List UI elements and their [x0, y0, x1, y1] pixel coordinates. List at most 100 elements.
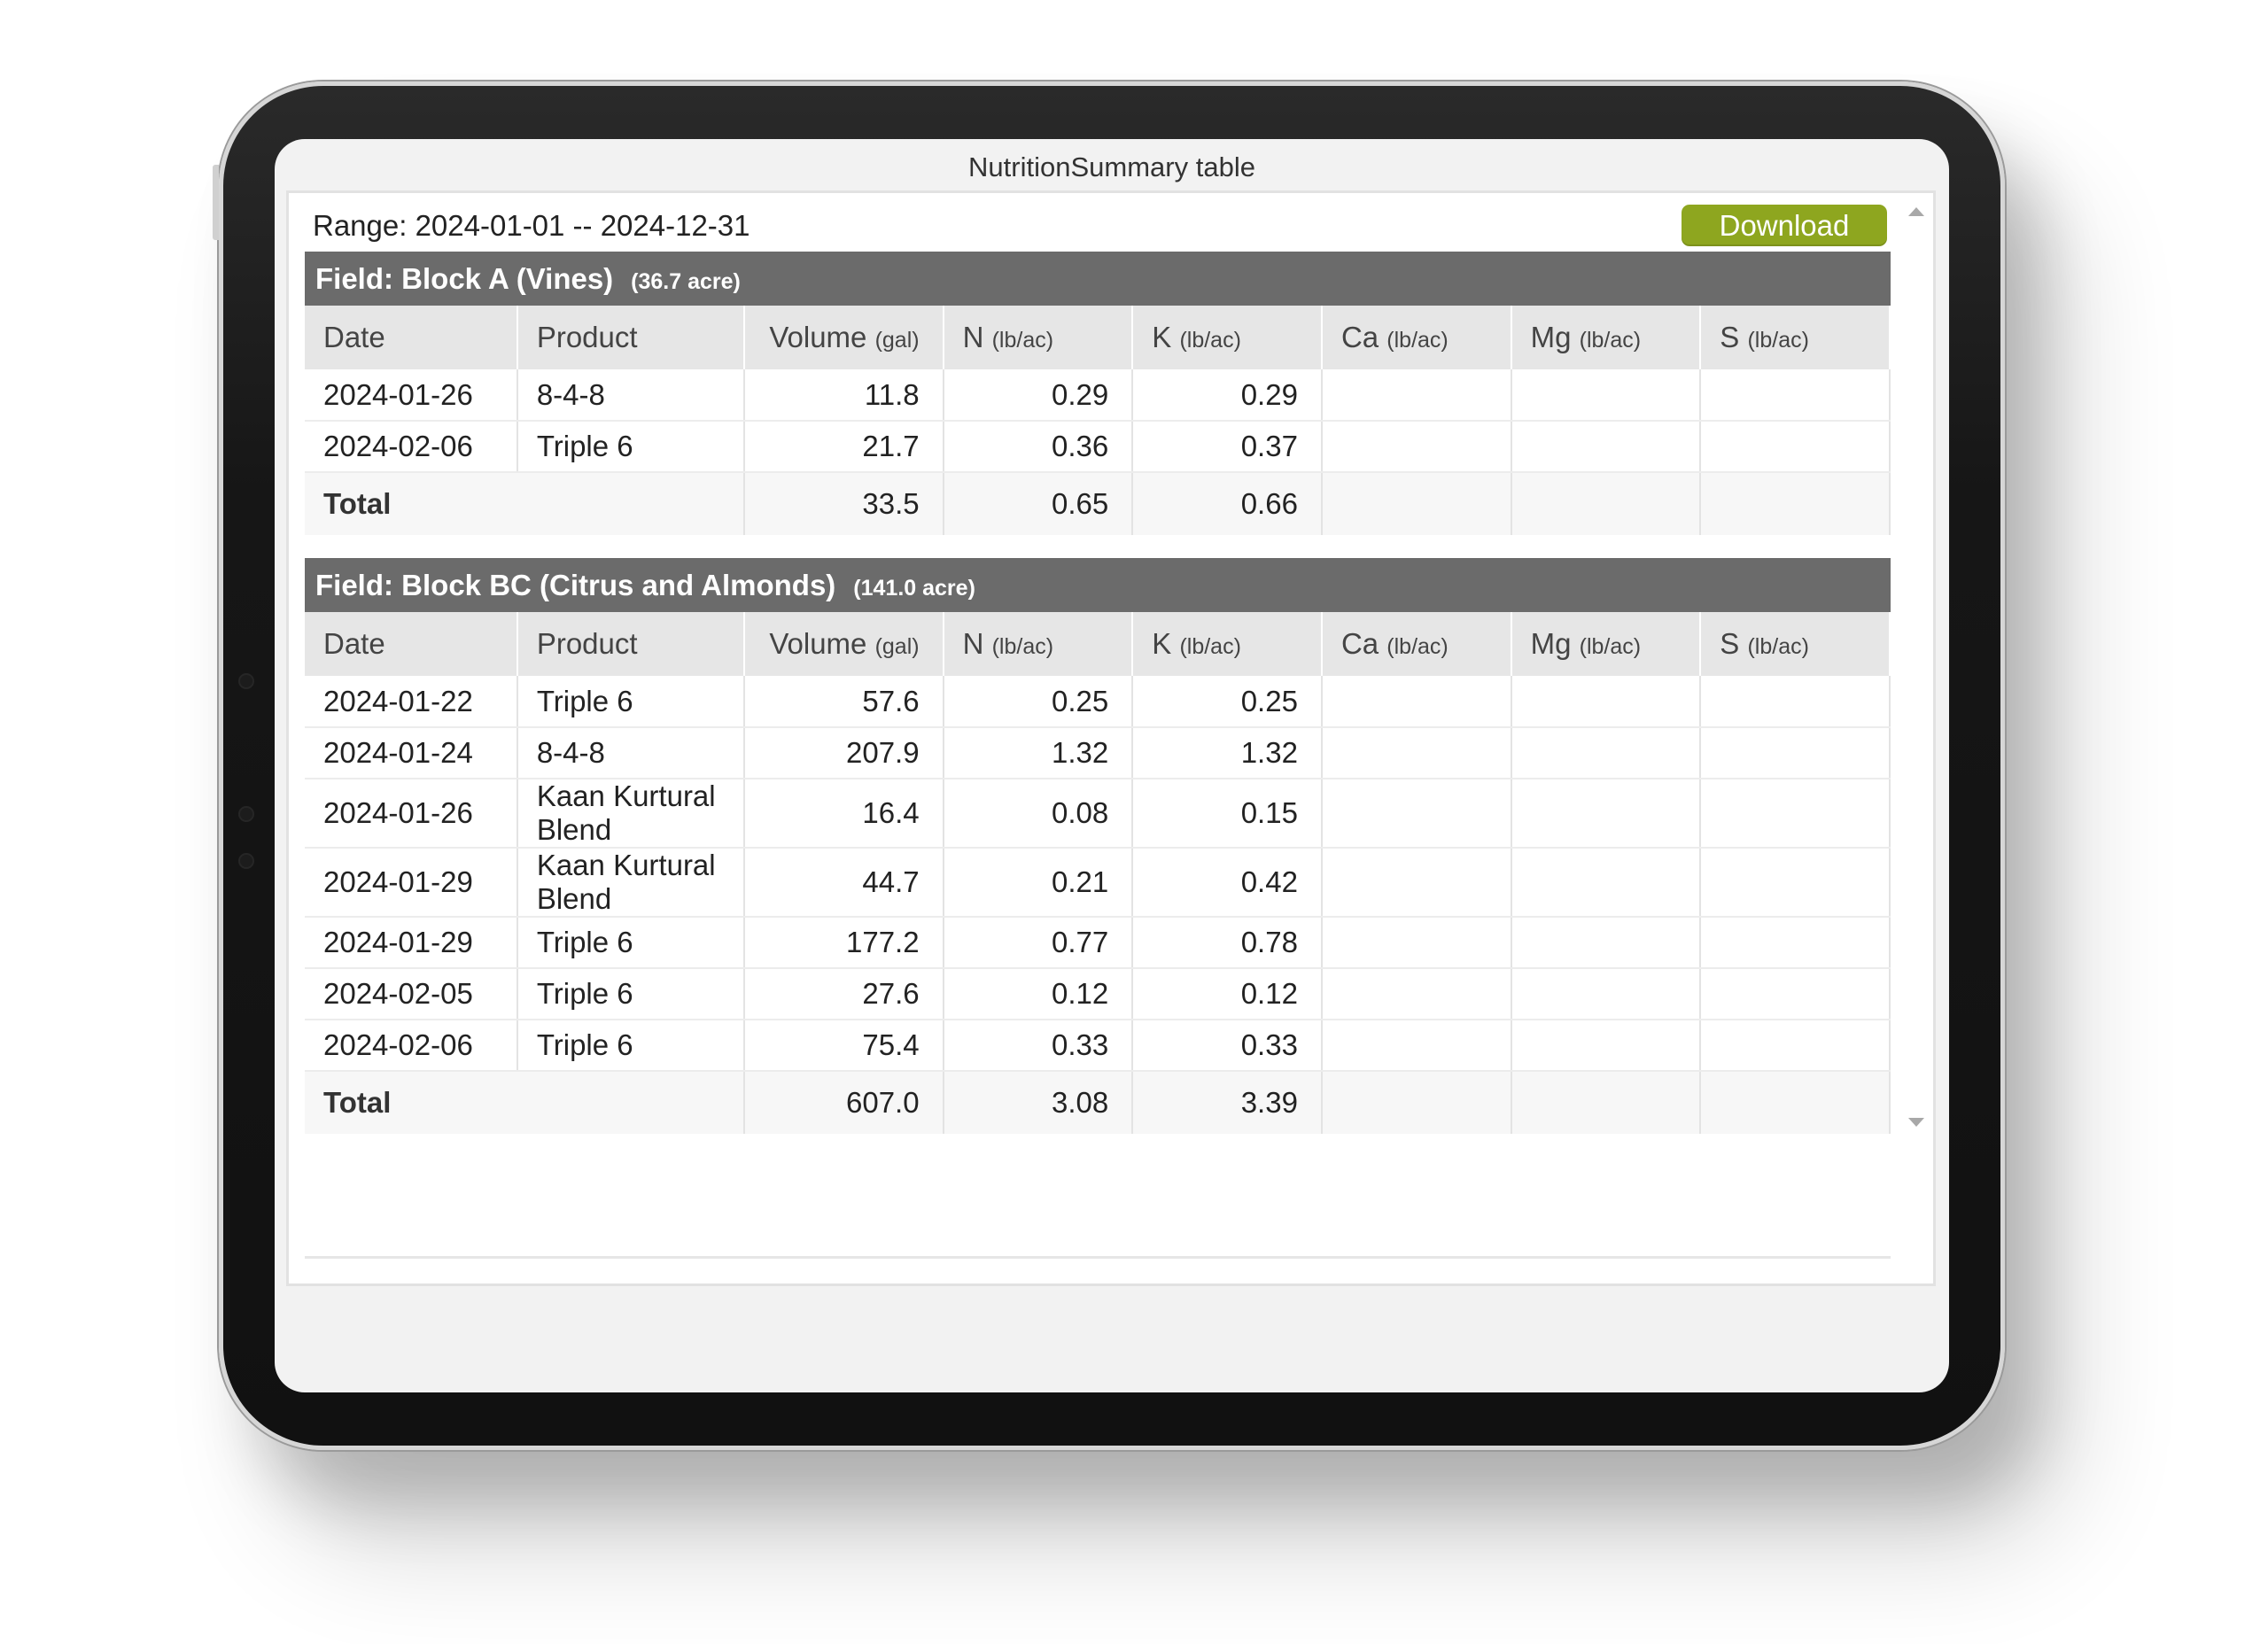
cell-date: 2024-01-29 — [305, 848, 518, 918]
cell-volume: 21.7 — [744, 421, 944, 473]
cell-s — [1700, 968, 1891, 1020]
table-row: 2024-02-05 Triple 6 27.6 0.12 0.12 — [305, 968, 1891, 1020]
total-s — [1700, 472, 1891, 535]
cell-mg — [1511, 369, 1702, 422]
cell-date: 2024-02-06 — [305, 421, 518, 473]
cell-n: 0.25 — [943, 676, 1134, 728]
total-ca — [1321, 472, 1512, 535]
field-header: Field: Block A (Vines) (36.7 acre) — [305, 252, 1891, 306]
field-header: Field: Block BC (Citrus and Almonds) (141… — [305, 558, 1891, 612]
total-k: 0.66 — [1132, 472, 1323, 535]
cell-n: 0.77 — [943, 917, 1134, 969]
cell-n: 0.21 — [943, 848, 1134, 918]
cell-k: 0.15 — [1132, 779, 1323, 849]
cell-volume: 75.4 — [744, 1020, 944, 1072]
cell-volume: 11.8 — [744, 369, 944, 422]
cell-mg — [1511, 421, 1702, 473]
cell-s — [1700, 848, 1891, 918]
column-header-volume: Volume (gal) — [744, 612, 944, 676]
total-n: 3.08 — [943, 1071, 1134, 1134]
table-row: 2024-01-29 Kaan Kurtural Blend 44.7 0.21 0.4… — [305, 848, 1891, 918]
column-header-n: N (lb/ac) — [943, 306, 1134, 369]
cell-volume: 44.7 — [744, 848, 944, 918]
column-header-k: K (lb/ac) — [1132, 612, 1323, 676]
column-header-mg: Mg (lb/ac) — [1511, 306, 1702, 369]
vertical-scrollbar[interactable] — [1896, 198, 1933, 1261]
cell-mg — [1511, 727, 1702, 779]
tablet-screen: NutritionSummary table Range: 2024-01-01… — [275, 139, 1949, 1392]
triangle-down-icon[interactable] — [1908, 1118, 1924, 1127]
cell-product: Triple 6 — [517, 421, 746, 473]
column-header-ca: Ca (lb/ac) — [1321, 612, 1512, 676]
cell-product: Triple 6 — [517, 676, 746, 728]
cell-s — [1700, 676, 1891, 728]
download-button[interactable]: Download — [1682, 205, 1887, 246]
column-header-product: Product — [517, 612, 746, 676]
cell-ca — [1321, 848, 1512, 918]
cell-volume: 57.6 — [744, 676, 944, 728]
column-header-row: Date Product Volume (gal) N (lb/ac) K (l… — [305, 612, 1891, 676]
cell-volume: 16.4 — [744, 779, 944, 849]
cell-ca — [1321, 369, 1512, 422]
cell-n: 0.12 — [943, 968, 1134, 1020]
column-header-volume: Volume (gal) — [744, 306, 944, 369]
cell-k: 0.37 — [1132, 421, 1323, 473]
range-label: Range: 2024-01-01 -- 2024-12-31 — [313, 209, 750, 242]
cell-k: 1.32 — [1132, 727, 1323, 779]
total-row: Total 607.0 3.08 3.39 — [305, 1071, 1891, 1134]
cell-date: 2024-01-24 — [305, 727, 518, 779]
cell-date: 2024-01-26 — [305, 779, 518, 849]
cell-s — [1700, 369, 1891, 422]
cell-k: 0.25 — [1132, 676, 1323, 728]
camera-sensor — [238, 853, 254, 869]
column-header-k: K (lb/ac) — [1132, 306, 1323, 369]
cell-volume: 207.9 — [744, 727, 944, 779]
scroll-area[interactable]: Range: 2024-01-01 -- 2024-12-31 Download… — [305, 198, 1891, 1259]
column-header-product: Product — [517, 306, 746, 369]
side-button — [213, 165, 219, 240]
total-s — [1700, 1071, 1891, 1134]
table-row: 2024-01-26 Kaan Kurtural Blend 16.4 0.08 0.1… — [305, 779, 1891, 849]
cell-ca — [1321, 917, 1512, 969]
field-acre: (141.0 acre) — [853, 576, 975, 601]
cell-s — [1700, 917, 1891, 969]
table-panel: Range: 2024-01-01 -- 2024-12-31 Download… — [286, 190, 1936, 1286]
cell-n: 0.29 — [943, 369, 1134, 422]
cell-ca — [1321, 1020, 1512, 1072]
table-row: 2024-01-24 8-4-8 207.9 1.32 1.32 — [305, 727, 1891, 779]
table-row: 2024-01-26 8-4-8 11.8 0.29 0.29 — [305, 369, 1891, 422]
cell-ca — [1321, 779, 1512, 849]
table-row: 2024-01-29 Triple 6 177.2 0.77 0.78 — [305, 917, 1891, 969]
cell-ca — [1321, 421, 1512, 473]
total-label: Total — [305, 472, 746, 535]
table-row: 2024-01-22 Triple 6 57.6 0.25 0.25 — [305, 676, 1891, 728]
cell-ca — [1321, 727, 1512, 779]
triangle-up-icon[interactable] — [1908, 207, 1924, 216]
field-name: Field: Block A (Vines) — [315, 262, 614, 295]
field-table: Date Product Volume (gal) N (lb/ac) K (l… — [305, 612, 1891, 1134]
table-row: 2024-02-06 Triple 6 21.7 0.36 0.37 — [305, 421, 1891, 473]
column-header-row: Date Product Volume (gal) N (lb/ac) K (l… — [305, 306, 1891, 369]
cell-date: 2024-01-26 — [305, 369, 518, 422]
total-n: 0.65 — [943, 472, 1134, 535]
total-ca — [1321, 1071, 1512, 1134]
field-table: Date Product Volume (gal) N (lb/ac) K (l… — [305, 306, 1891, 535]
cell-k: 0.78 — [1132, 917, 1323, 969]
column-header-ca: Ca (lb/ac) — [1321, 306, 1512, 369]
cell-product: 8-4-8 — [517, 369, 746, 422]
total-volume: 607.0 — [744, 1071, 944, 1134]
cell-volume: 27.6 — [744, 968, 944, 1020]
column-header-date: Date — [305, 306, 518, 369]
field-acre: (36.7 acre) — [631, 269, 741, 294]
range-row: Range: 2024-01-01 -- 2024-12-31 Download — [305, 198, 1891, 252]
cell-product: Kaan Kurtural Blend — [517, 848, 746, 918]
total-mg — [1511, 472, 1702, 535]
cell-date: 2024-02-06 — [305, 1020, 518, 1072]
camera-sensor — [238, 806, 254, 822]
column-header-mg: Mg (lb/ac) — [1511, 612, 1702, 676]
cell-ca — [1321, 676, 1512, 728]
total-mg — [1511, 1071, 1702, 1134]
cell-n: 0.36 — [943, 421, 1134, 473]
cell-mg — [1511, 1020, 1702, 1072]
